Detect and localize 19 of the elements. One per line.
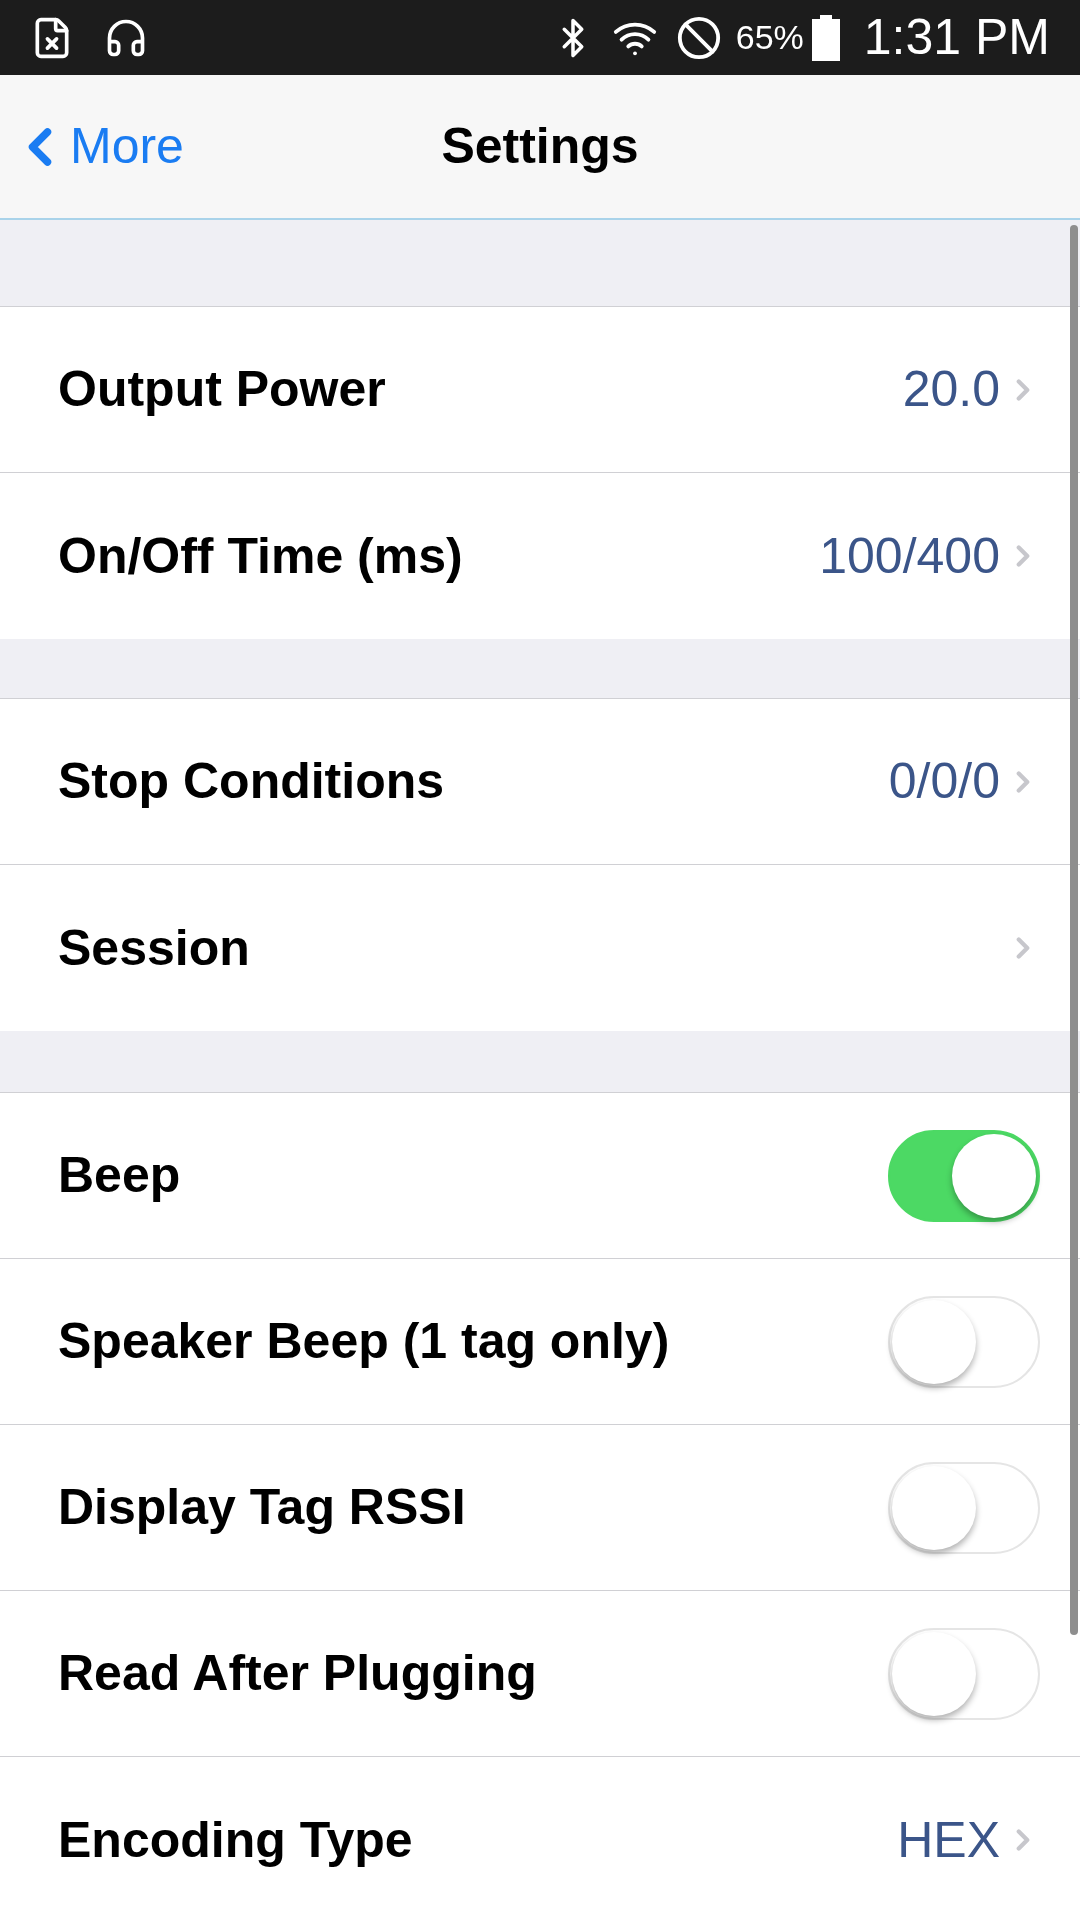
row-value: HEX bbox=[897, 1810, 1000, 1870]
battery-percent: 65% bbox=[735, 17, 804, 58]
row-value: 20.0 bbox=[902, 360, 1000, 419]
row-label: Session bbox=[58, 918, 251, 978]
row-label: Encoding Type bbox=[58, 1810, 414, 1870]
battery-icon bbox=[811, 14, 840, 61]
row-label: Stop Conditions bbox=[58, 752, 446, 811]
page-title: Settings bbox=[441, 117, 639, 176]
row-label: Output Power bbox=[58, 360, 387, 419]
row-label: Display Tag RSSI bbox=[58, 1478, 467, 1537]
row-value: 100/400 bbox=[819, 526, 1000, 586]
status-time: 1:31 PM bbox=[863, 8, 1050, 67]
row-label: On/Off Time (ms) bbox=[58, 526, 464, 586]
row-label: Read After Plugging bbox=[58, 1644, 538, 1703]
row-value: 0/0/0 bbox=[888, 752, 1000, 811]
row-label: Speaker Beep (1 tag only) bbox=[58, 1312, 671, 1371]
blocked-icon bbox=[675, 14, 722, 61]
back-button[interactable]: More bbox=[0, 109, 184, 184]
row-label: Beep bbox=[58, 1146, 182, 1205]
